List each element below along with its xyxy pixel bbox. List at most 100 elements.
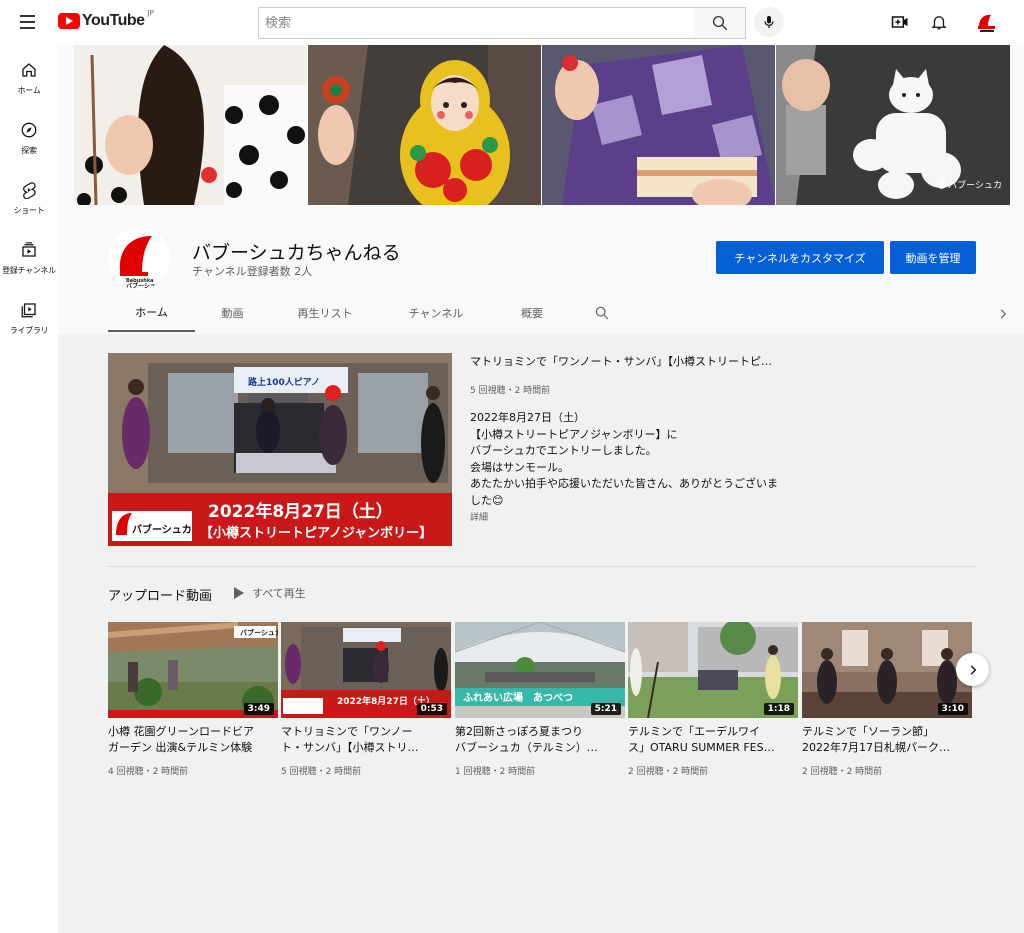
- video-title[interactable]: マトリョミンで「ワンノー ト・サンバ」【小樽ストリ…: [281, 724, 451, 756]
- video-thumbnail[interactable]: 3:10: [802, 622, 972, 718]
- play-all-label: すべて再生: [252, 587, 306, 600]
- featured-video-title[interactable]: マトリョミンで「ワンノート・サンバ」【小樽ストリートピ…: [470, 353, 800, 369]
- banner-panel-polka: [74, 45, 308, 205]
- video-card[interactable]: 1:18 テルミンで「エーデルワイ ス」OTARU SUMMER FES… 2 …: [628, 622, 798, 777]
- video-title[interactable]: 小樽 花園グリーンロードビア ガーデン 出演&テルミン体験: [108, 724, 278, 756]
- sidebar-item-explore[interactable]: 探索: [0, 105, 58, 165]
- notifications-button[interactable]: [928, 11, 950, 33]
- chevron-right-icon: [1000, 309, 1007, 319]
- channel-header: Babushka バブーシュカ バブーシュカちゃんねる チャンネル登録者数 2人…: [58, 205, 1024, 334]
- video-thumbnail[interactable]: ふれあい広場 あつべつ 5:21: [455, 622, 625, 718]
- create-video-button[interactable]: [889, 11, 911, 33]
- sidebar-item-label: 登録チャンネル: [2, 266, 56, 275]
- video-card[interactable]: バブーシュカ 3:49 小樽 花園グリーンロードビア ガーデン 出演&テルミン体…: [108, 622, 278, 777]
- featured-overlay-date: 2022年8月27日（土）: [208, 501, 393, 522]
- description-line: 【小樽ストリートピアノジャンボリー】に: [470, 427, 678, 441]
- sidebar-item-label: ショート: [13, 206, 45, 215]
- video-title-line: 第2回新さっぽろ夏まつり: [455, 725, 583, 738]
- banner-watermark-text: バブーシュカ: [948, 181, 1002, 191]
- tab-home[interactable]: ホーム: [108, 293, 195, 332]
- sidebar-background: [0, 685, 58, 933]
- watermark-logo-icon: [937, 180, 947, 189]
- video-title-line: ス」OTARU SUMMER FES…: [628, 741, 775, 754]
- tab-channels[interactable]: チャンネル: [380, 293, 492, 332]
- channel-tabs: ホーム 動画 再生リスト チャンネル 概要: [108, 293, 1007, 332]
- video-duration: 1:18: [763, 703, 794, 715]
- featured-thumbnail-image: 路上100人ピアノ 2022年8月27日（土） 【小樽ストリートピアノジャンボリ…: [108, 353, 452, 546]
- video-title[interactable]: 第2回新さっぽろ夏まつり バブーシュカ（テルミン）…: [455, 724, 625, 756]
- video-duration: 3:49: [243, 703, 274, 715]
- video-title-line: バブーシュカ（テルミン）…: [455, 741, 598, 754]
- video-meta: 2 回視聴・2 時間前: [628, 767, 709, 777]
- video-title-line: テルミンで「ソーラン節」: [802, 725, 934, 738]
- banner-panel-matryoshka: [308, 45, 542, 205]
- shorts-icon: [23, 182, 36, 199]
- banner-watermark: バブーシュカ: [937, 178, 1002, 191]
- banner-photo-3: [542, 45, 775, 205]
- shelf-next-button[interactable]: [956, 653, 989, 686]
- tabs-next-button[interactable]: [996, 306, 1010, 325]
- manage-videos-button[interactable]: 動画を管理: [890, 241, 976, 274]
- tab-about[interactable]: 概要: [492, 293, 572, 332]
- video-meta: 5 回視聴・2 時間前: [281, 767, 362, 777]
- video-title[interactable]: テルミンで「エーデルワイ ス」OTARU SUMMER FES…: [628, 724, 798, 756]
- compass-icon: [21, 122, 37, 138]
- featured-overlay-logo: バブーシュカ: [132, 523, 192, 536]
- video-thumbnail[interactable]: 2022年8月27日（土） 0:53: [281, 622, 451, 718]
- play-all-button[interactable]: すべて再生: [234, 585, 306, 601]
- banner-panel-cats: バブーシュカ: [776, 45, 1010, 205]
- sidebar-item-home[interactable]: ホーム: [0, 45, 58, 105]
- voice-search-button[interactable]: [754, 7, 784, 37]
- video-thumbnail[interactable]: バブーシュカ 3:49: [108, 622, 278, 718]
- video-card[interactable]: 3:10 テルミンで「ソーラン節」 2022年7月17日札幌パーク… 2 回視聴…: [802, 622, 972, 777]
- description-line: あたたかい拍手や応援いただいた皆さん、ありがとうございま: [470, 477, 778, 490]
- library-icon: [21, 303, 36, 318]
- chevron-right-icon: [970, 664, 976, 675]
- home-icon: [22, 63, 36, 77]
- thumbnail-overlay-text: バブーシュカ: [240, 628, 278, 637]
- featured-video-description: 2022年8月27日（土） 【小樽ストリートピアノジャンボリー】に バブーシュカ…: [470, 410, 800, 509]
- sidebar-item-library[interactable]: ライブラリ: [0, 285, 58, 345]
- sidebar-item-label: ホーム: [17, 86, 41, 95]
- search-input[interactable]: [258, 7, 695, 39]
- sidebar-item-shorts[interactable]: ショート: [0, 165, 58, 225]
- channel-banner: バブーシュカ: [74, 45, 1010, 205]
- customize-channel-button[interactable]: チャンネルをカスタマイズ: [716, 241, 884, 274]
- tab-playlists[interactable]: 再生リスト: [270, 293, 380, 332]
- tab-videos[interactable]: 動画: [195, 293, 270, 332]
- channel-logo-text-bottom: バブーシュカ: [126, 282, 162, 290]
- bell-icon: [931, 16, 947, 30]
- video-duration: 3:10: [937, 703, 968, 715]
- video-title-line: 2022年7月17日札幌パーク…: [802, 741, 950, 754]
- video-thumbnail[interactable]: 1:18: [628, 622, 798, 718]
- video-title-line: 小樽 花園グリーンロードビア: [108, 725, 254, 738]
- uploads-shelf-title[interactable]: アップロード動画: [108, 585, 212, 604]
- video-meta: 4 回視聴・2 時間前: [108, 767, 189, 777]
- featured-overlay-sign: 路上100人ピアノ: [248, 376, 320, 388]
- video-meta: 1 回視聴・2 時間前: [455, 767, 536, 777]
- banner-panel-yukata: [542, 45, 776, 205]
- video-card[interactable]: ふれあい広場 あつべつ 5:21 第2回新さっぽろ夏まつり バブーシュカ（テルミ…: [455, 622, 625, 777]
- channel-search-button[interactable]: [594, 305, 610, 325]
- sidebar-item-label: ライブラリ: [9, 326, 49, 335]
- description-line: バブーシュカでエントリーしました。: [470, 444, 657, 457]
- video-add-icon: [891, 16, 908, 28]
- banner-photo-1: [74, 45, 307, 205]
- video-card[interactable]: 2022年8月27日（土） 0:53 マトリョミンで「ワンノー ト・サンバ」【小…: [281, 622, 451, 777]
- featured-read-more-link[interactable]: 詳細: [470, 510, 488, 523]
- logo-region: JP: [147, 9, 154, 17]
- microphone-icon: [764, 16, 774, 28]
- video-title-line: テルミンで「エーデルワイ: [628, 725, 760, 738]
- menu-icon[interactable]: [18, 12, 40, 32]
- video-title-line: ト・サンバ」【小樽ストリ…: [281, 741, 419, 754]
- channel-avatar[interactable]: Babushka バブーシュカ: [108, 228, 170, 290]
- video-title[interactable]: テルミンで「ソーラン節」 2022年7月17日札幌パーク…: [802, 724, 972, 756]
- youtube-logo[interactable]: YouTube JP: [58, 9, 154, 30]
- search-button[interactable]: [694, 7, 746, 39]
- description-line: 会場はサンモール。: [470, 460, 569, 474]
- banner-photo-2: [308, 45, 541, 205]
- sidebar-item-subscriptions[interactable]: 登録チャンネル: [0, 225, 58, 285]
- featured-video-thumbnail[interactable]: 路上100人ピアノ 2022年8月27日（土） 【小樽ストリートピアノジャンボリ…: [108, 353, 452, 546]
- video-meta: 2 回視聴・2 時間前: [802, 767, 883, 777]
- account-avatar[interactable]: [974, 11, 998, 35]
